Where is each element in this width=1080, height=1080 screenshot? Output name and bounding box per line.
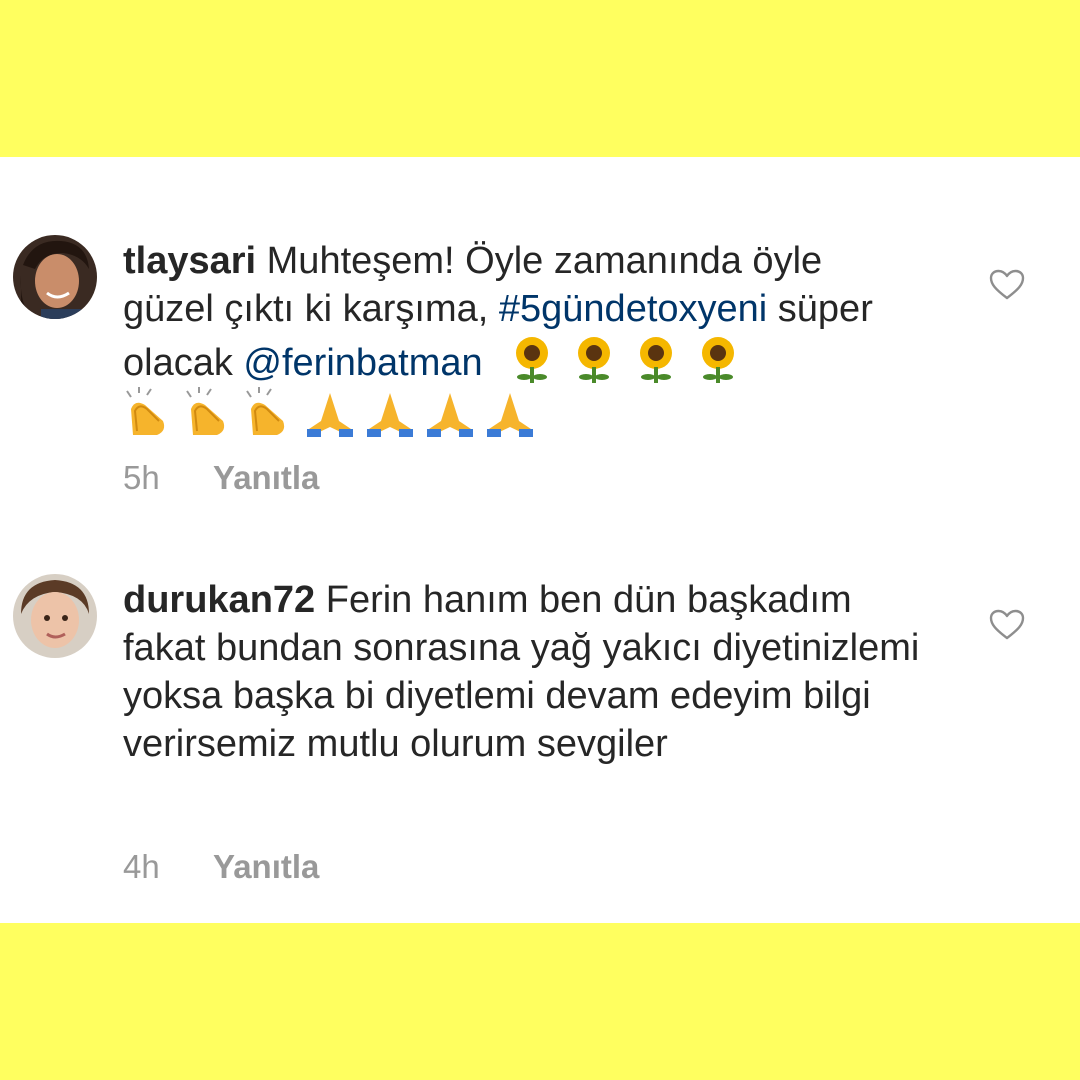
yellow-frame: tlaysari Muhteşem! Öyle zamanında öyle g… — [0, 0, 1080, 1080]
avatar[interactable] — [13, 574, 97, 658]
clapping-hands-icon — [123, 387, 177, 437]
heart-outline-icon[interactable] — [989, 269, 1025, 301]
comment-meta: 5h Yanıtla — [123, 459, 319, 497]
clapping-hands-icon — [243, 387, 297, 437]
folded-hands-icon — [483, 387, 537, 437]
avatar[interactable] — [13, 235, 97, 319]
clapping-hands-icon — [183, 387, 237, 437]
folded-hands-icon — [303, 387, 357, 437]
heart-outline-icon[interactable] — [989, 609, 1025, 641]
folded-hands-icon — [363, 387, 417, 437]
sunflower-icon — [693, 333, 743, 383]
comments-panel: tlaysari Muhteşem! Öyle zamanında öyle g… — [0, 157, 1080, 923]
hashtag-link[interactable]: #5gündetoxyeni — [499, 288, 767, 330]
comment-text: durukan72 Ferin hanım ben dün başkadım f… — [123, 576, 923, 768]
mention-link[interactable]: @ferinbatman — [243, 342, 482, 384]
reply-button[interactable]: Yanıtla — [213, 459, 319, 496]
username[interactable]: durukan72 — [123, 579, 315, 621]
comment-timestamp: 5h — [123, 459, 160, 496]
sunflower-icon — [569, 333, 619, 383]
comment-meta: 4h Yanıtla — [123, 848, 319, 886]
comment-timestamp: 4h — [123, 848, 160, 885]
username[interactable]: tlaysari — [123, 240, 256, 282]
comment-text: tlaysari Muhteşem! Öyle zamanında öyle g… — [123, 237, 923, 441]
sunflower-icon — [507, 333, 557, 383]
reply-button[interactable]: Yanıtla — [213, 848, 319, 885]
sunflower-icon — [631, 333, 681, 383]
folded-hands-icon — [423, 387, 477, 437]
